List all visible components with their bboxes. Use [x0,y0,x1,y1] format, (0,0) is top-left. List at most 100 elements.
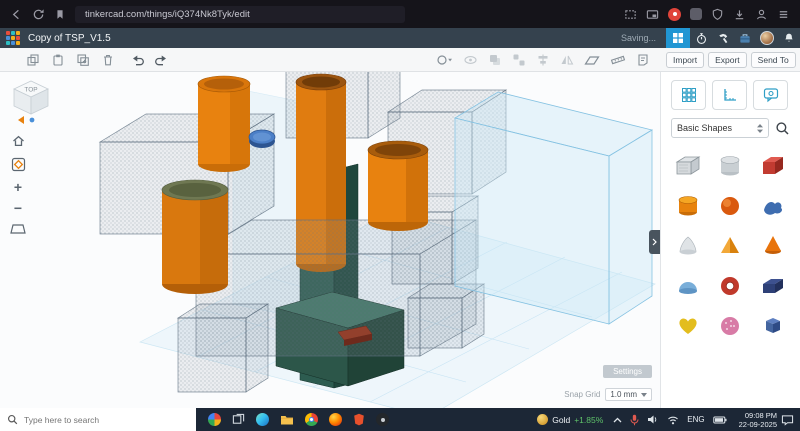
classes-button[interactable] [734,28,756,48]
search-input[interactable] [24,415,189,425]
firefox-icon[interactable] [329,413,342,426]
model-cylinder-right[interactable] [368,141,428,231]
shape-blue-dome[interactable] [669,268,707,304]
shape-orange-sphere[interactable] [711,188,749,224]
import-button[interactable]: Import [666,52,704,68]
model-cylinder-top-left[interactable] [198,76,250,172]
model-cylinder-mid-left[interactable] [162,180,228,294]
edge-icon[interactable] [256,413,269,426]
snap-grid-select[interactable]: 1.0 mm [605,388,652,401]
task-view-icon[interactable] [232,413,245,426]
model-blue-disc[interactable] [249,130,275,148]
bookmark-icon[interactable] [54,8,66,21]
align-icon[interactable] [536,53,550,67]
recorder-extension-icon[interactable] [668,8,681,21]
volume-icon[interactable] [647,414,659,425]
shape-red-torus[interactable] [711,268,749,304]
copy-icon[interactable] [26,53,40,67]
category-select[interactable]: Basic Shapes [671,118,769,138]
3d-scene[interactable] [0,72,660,408]
back-icon[interactable] [10,8,23,21]
tools-button[interactable] [712,28,734,48]
paste-icon[interactable] [51,53,65,67]
account-icon[interactable] [755,8,768,21]
zoom-in-button[interactable]: + [14,181,22,193]
notifications-button[interactable] [778,28,800,48]
fit-view-icon[interactable] [11,157,26,172]
shape-red-box[interactable] [754,148,792,184]
shape-pink-sphere[interactable] [711,308,749,344]
file-explorer-icon[interactable] [280,414,294,426]
shape-yellow-heart[interactable] [669,308,707,344]
chevron-right-icon [652,238,657,246]
workplane-icon[interactable] [584,53,600,67]
menu-icon[interactable] [777,8,790,21]
battery-icon[interactable] [713,416,727,424]
shape-navy-wedge[interactable] [754,268,792,304]
tinkercad-logo-icon[interactable] [6,31,20,45]
network-icon[interactable] [667,415,679,425]
shape-generators-button[interactable] [753,80,788,110]
news-ticker[interactable]: Gold +1.85% [537,414,603,425]
flip-icon[interactable] [560,53,574,67]
shape-gray-cylinder[interactable] [711,148,749,184]
screenshot-icon[interactable] [624,8,637,21]
address-bar[interactable]: tinkercad.com/things/iQ374Nk8Tyk/edit [75,6,405,23]
extension-icon[interactable] [690,8,702,20]
ruler-icon[interactable] [610,53,626,67]
glass-box-right[interactable] [455,92,652,324]
shape-orange-cylinder[interactable] [669,188,707,224]
model-box-bottom-left[interactable] [178,304,268,392]
home-view-icon[interactable] [11,134,26,148]
search-icon[interactable] [775,121,790,136]
tray-expand-icon[interactable] [613,417,622,423]
chrome-icon[interactable] [305,413,318,426]
view-cube[interactable]: TOP [8,76,56,128]
notes-icon[interactable] [636,53,650,67]
shape-transparent-box[interactable] [669,148,707,184]
downloads-icon[interactable] [733,8,746,21]
action-center-icon[interactable] [781,414,794,426]
toolbar-right-group [436,53,650,67]
avatar[interactable] [760,31,774,45]
display-mode-icon[interactable] [436,53,453,67]
shapes-library-button[interactable] [671,80,706,110]
settings-button[interactable]: Settings [603,365,652,378]
microphone-icon[interactable] [630,414,639,426]
brave-icon[interactable] [353,413,365,426]
ungroup-icon[interactable] [512,53,526,67]
taskbar-search[interactable] [0,408,196,431]
model-box-right-low[interactable] [408,284,484,348]
show-all-icon[interactable] [463,53,478,67]
shape-blue-prism[interactable] [754,308,792,344]
shape-orange-pyramid[interactable] [711,228,749,264]
zoom-out-button[interactable]: − [14,202,22,214]
panel-collapse-button[interactable] [649,230,660,254]
shield-icon[interactable] [711,8,724,21]
picture-in-picture-icon[interactable] [646,8,659,21]
measure-tool-button[interactable] [712,80,747,110]
dashboard-button[interactable] [666,28,690,48]
browser-bar: tinkercad.com/things/iQ374Nk8Tyk/edit [0,0,800,28]
export-button[interactable]: Export [708,52,747,68]
document-title[interactable]: Copy of TSP_V1.5 [28,33,111,44]
language-indicator[interactable]: ENG [687,415,704,424]
delete-icon[interactable] [101,53,115,67]
shape-blue-scribble[interactable] [754,188,792,224]
snap-grid-value: 1.0 mm [610,390,637,399]
timer-button[interactable] [690,28,712,48]
redo-icon[interactable] [154,53,168,67]
perspective-toggle-icon[interactable] [10,223,26,235]
obs-icon[interactable] [376,413,389,426]
viewport[interactable]: TOP + − Settings Snap Grid 1.0 mm [0,72,660,408]
refresh-icon[interactable] [32,8,45,21]
group-icon[interactable] [488,53,502,67]
shape-gray-paraboloid[interactable] [669,228,707,264]
shape-orange-cone[interactable] [754,228,792,264]
undo-icon[interactable] [131,53,145,67]
shape-grid [661,144,800,348]
taskbar-clock[interactable]: 09:08 PM 22-09-2025 [739,411,777,429]
send-to-button[interactable]: Send To [751,52,796,68]
widgets-icon[interactable] [208,413,221,426]
duplicate-icon[interactable] [76,53,90,67]
